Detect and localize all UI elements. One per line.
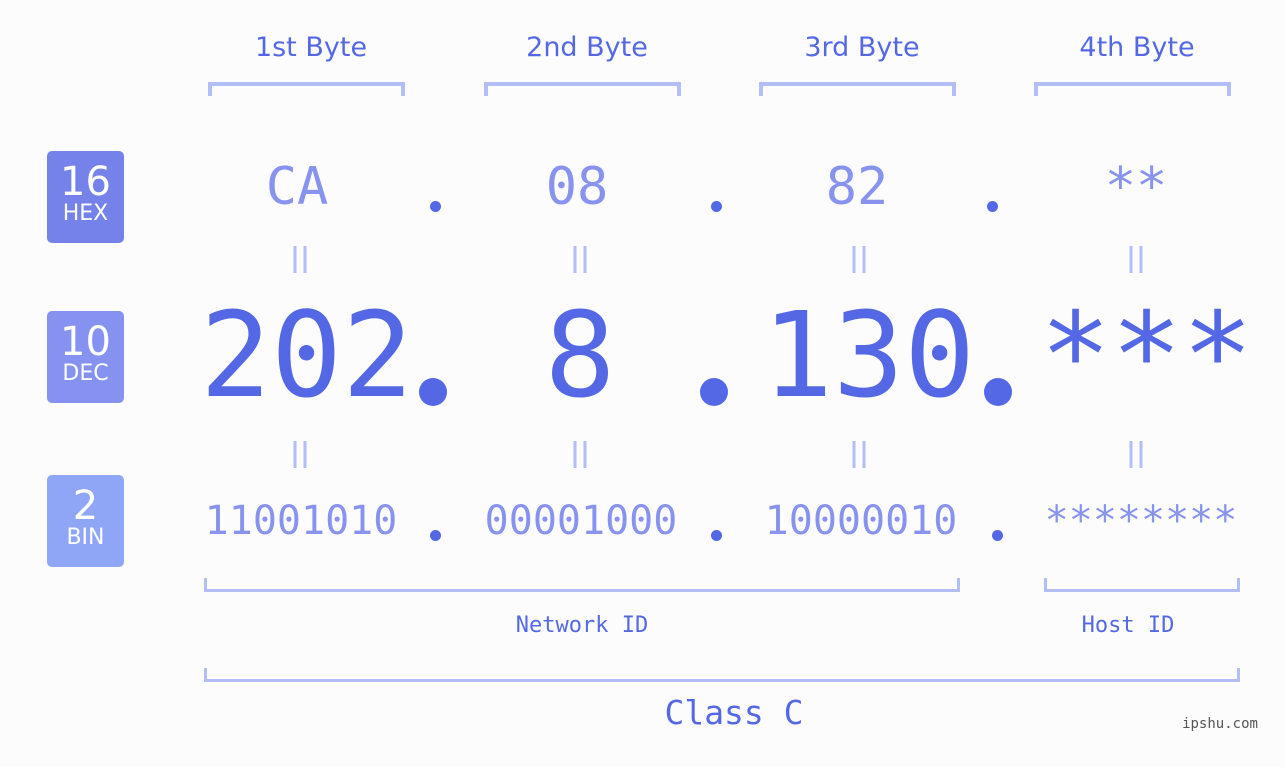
bin-separator-3 xyxy=(992,530,1003,541)
network-id-bracket xyxy=(204,578,960,592)
bin-value-1: 11001010 xyxy=(204,498,398,544)
bin-separator-1 xyxy=(430,530,441,541)
bin-value-3: 10000010 xyxy=(764,498,958,544)
dec-separator-1 xyxy=(419,378,447,406)
host-id-bracket xyxy=(1044,578,1240,592)
class-bracket xyxy=(204,668,1240,682)
bin-separator-2 xyxy=(711,530,722,541)
dec-separator-2 xyxy=(700,378,728,406)
watermark: ipshu.com xyxy=(1182,716,1258,732)
dec-separator-3 xyxy=(984,378,1012,406)
bin-value-4: ******** xyxy=(1044,498,1238,544)
bin-value-2: 00001000 xyxy=(484,498,678,544)
class-label: Class C xyxy=(664,693,804,732)
equals-icon xyxy=(293,246,1143,468)
dec-value-3: 130 xyxy=(762,286,976,424)
dec-value-1: 202 xyxy=(200,286,414,424)
dec-value-2: 8 xyxy=(544,286,616,424)
network-id-label: Network ID xyxy=(515,613,649,638)
host-id-label: Host ID xyxy=(1081,613,1175,638)
dec-value-4: *** xyxy=(1040,286,1254,424)
